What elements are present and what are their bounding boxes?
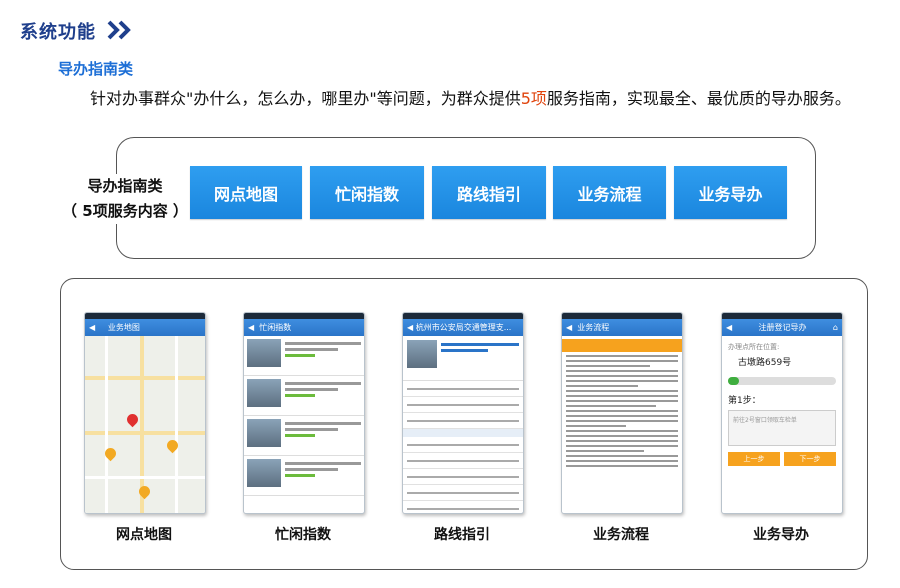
intro-paragraph: 针对办事群众"办什么，怎么办，哪里办"等问题，为群众提供5项服务指南，实现最全、… (58, 86, 876, 112)
nav-title: 注册登记导办 (758, 323, 807, 332)
back-arrow-icon[interactable]: ◀ (726, 323, 732, 332)
phone-guide-screen: ◀ 注册登记导办 ⌂ 办理点所在位置: 古墩路659号 第1步： 前往2号窗口领… (721, 312, 843, 514)
menu-row[interactable] (403, 485, 523, 501)
caption-flow: 业务流程 (593, 527, 649, 543)
info-row (403, 413, 523, 429)
caption-busy: 忙闲指数 (275, 527, 331, 543)
caption-map: 网点地图 (116, 527, 172, 543)
map-view[interactable] (85, 336, 205, 513)
service-button-route[interactable]: 路线指引 (432, 166, 546, 219)
step-label: 第1步： (728, 396, 761, 406)
service-button-flow[interactable]: 业务流程 (553, 166, 666, 219)
category-label: 导办指南类 （ 5项服务内容 ） (52, 174, 198, 224)
phone-route-screen: ◀ 杭州市公安局交通管理支... (402, 312, 524, 514)
back-arrow-icon[interactable]: ◀ (566, 323, 577, 332)
office-header (403, 336, 523, 381)
service-button-busy[interactable]: 忙闲指数 (310, 166, 424, 219)
menu-row[interactable] (403, 501, 523, 513)
nav-title: 业务地图 (107, 323, 140, 332)
nav-bar: ◀ 忙闲指数 (244, 319, 364, 336)
para-after: 服务指南，实现最全、最优质的导办服务。 (546, 89, 851, 108)
caption-guide: 业务导办 (753, 527, 809, 543)
nav-bar: ◀ 杭州市公安局交通管理支... (403, 319, 523, 336)
service-button-guide[interactable]: 业务导办 (674, 166, 787, 219)
menu-row[interactable] (403, 437, 523, 453)
flow-section-header (562, 339, 682, 352)
category-line2: （ 5项服务内容 ） (62, 202, 188, 220)
nav-title: 杭州市公安局交通管理支... (415, 323, 512, 332)
back-arrow-icon[interactable]: ◀ (89, 323, 108, 332)
section-title: 系统功能 (20, 22, 96, 43)
prev-step-button[interactable]: 上一步 (728, 452, 780, 466)
step-text: 前往2号窗口领取车检单 (728, 410, 836, 446)
phone-map-screen: ◀ 业务地图 (84, 312, 206, 514)
list-item[interactable] (244, 456, 364, 496)
location-label: 办理点所在位置: (728, 343, 780, 351)
menu-row[interactable] (403, 469, 523, 485)
nav-bar: ◀ 注册登记导办 ⌂ (722, 319, 842, 336)
service-button-map[interactable]: 网点地图 (190, 166, 302, 219)
phone-flow-screen: ◀ 业务流程 (561, 312, 683, 514)
phone-busy-screen: ◀ 忙闲指数 (243, 312, 365, 514)
double-chevron-icon (107, 20, 131, 40)
step-progress (728, 377, 836, 385)
list-item[interactable] (244, 376, 364, 416)
map-pin-red-icon[interactable] (124, 411, 141, 428)
list-item[interactable] (244, 336, 364, 376)
para-highlight: 5项 (520, 89, 547, 108)
info-row (403, 381, 523, 397)
para-before: 针对办事群众"办什么，怎么办，哪里办"等问题，为群众提供 (90, 89, 521, 108)
location-value: 古墩路659号 (738, 358, 792, 368)
nav-bar: ◀ 业务流程 (562, 319, 682, 336)
menu-row[interactable] (403, 453, 523, 469)
home-icon[interactable]: ⌂ (833, 323, 838, 332)
list-item[interactable] (244, 416, 364, 456)
next-step-button[interactable]: 下一步 (784, 452, 836, 466)
category-line1: 导办指南类 (87, 177, 163, 195)
nav-title: 忙闲指数 (259, 323, 292, 332)
nav-bar: ◀ 业务地图 (85, 319, 205, 336)
back-arrow-icon[interactable]: ◀ (248, 323, 259, 332)
caption-route: 路线指引 (434, 527, 490, 543)
back-arrow-icon[interactable]: ◀ (407, 323, 416, 332)
subheading: 导办指南类 (58, 60, 134, 78)
nav-title: 业务流程 (577, 323, 610, 332)
info-row (403, 397, 523, 413)
